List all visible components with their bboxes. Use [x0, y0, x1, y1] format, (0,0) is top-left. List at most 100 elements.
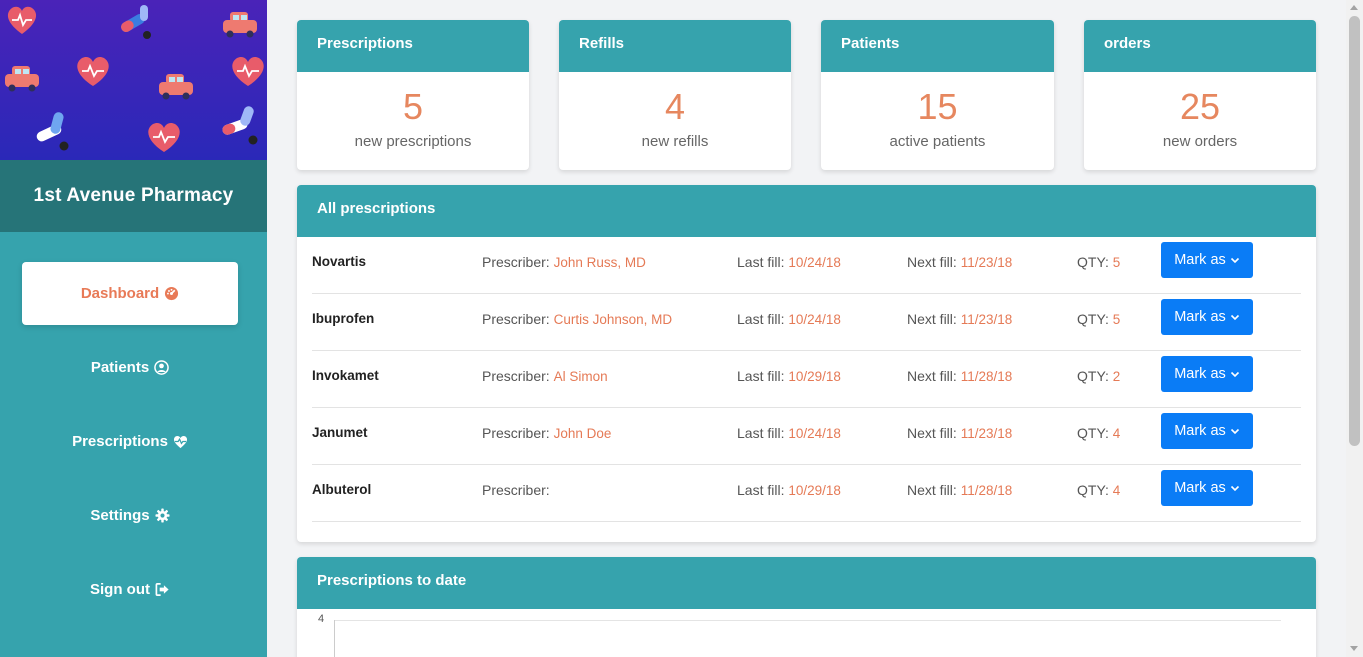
stat-card-title: orders: [1084, 20, 1316, 72]
stat-card-prescriptions: Prescriptions 5 new prescriptions: [297, 20, 529, 170]
last-fill-cell: Last fill: 10/24/18: [737, 311, 841, 327]
stat-card-orders: orders 25 new orders: [1084, 20, 1316, 170]
nav-prescriptions-label: Prescriptions: [72, 433, 168, 450]
mark-as-dropdown-button[interactable]: Mark as: [1161, 413, 1253, 449]
last-fill-value: 10/29/18: [788, 483, 841, 498]
stat-card-patients: Patients 15 active patients: [821, 20, 1054, 170]
table-row: Albuterol Prescriber: Last fill: 10/29/1…: [312, 465, 1301, 522]
prescriber-value: Al Simon: [553, 369, 608, 384]
last-fill-label: Last fill:: [737, 425, 785, 441]
chart-gridline: [334, 620, 1281, 621]
table-row: Novartis Prescriber: John Russ, MD Last …: [312, 237, 1301, 294]
stat-label: new orders: [1162, 133, 1238, 150]
qty-cell: QTY: 5: [1077, 311, 1120, 327]
table-row: Ibuprofen Prescriber: Curtis Johnson, MD…: [312, 294, 1301, 351]
sign-out-icon: [155, 583, 169, 596]
next-fill-label: Next fill:: [907, 482, 957, 498]
chart-y-tick: 4: [318, 613, 325, 625]
drug-name: Invokamet: [312, 368, 379, 383]
stat-card-title: Patients: [821, 20, 1054, 72]
next-fill-label: Next fill:: [907, 368, 957, 384]
prescriber-label: Prescriber:: [482, 425, 550, 441]
prescriber-cell: Prescriber: John Russ, MD: [482, 254, 646, 270]
last-fill-label: Last fill:: [737, 254, 785, 270]
last-fill-value: 10/29/18: [788, 369, 841, 384]
chevron-down-icon: [1230, 314, 1239, 321]
nav-patients-label: Patients: [90, 359, 150, 376]
mark-as-dropdown-button[interactable]: Mark as: [1161, 242, 1253, 278]
chart-y-axis: [334, 620, 335, 657]
table-row: Janumet Prescriber: John Doe Last fill: …: [312, 408, 1301, 465]
last-fill-label: Last fill:: [737, 482, 785, 498]
next-fill-value: 11/28/18: [960, 483, 1013, 498]
last-fill-value: 10/24/18: [788, 312, 841, 327]
next-fill-label: Next fill:: [907, 254, 957, 270]
next-fill-value: 11/23/18: [960, 312, 1013, 327]
last-fill-cell: Last fill: 10/29/18: [737, 368, 841, 384]
next-fill-value: 11/23/18: [960, 426, 1013, 441]
stat-value: 5: [402, 86, 424, 127]
qty-label: QTY:: [1077, 254, 1109, 270]
page-scrollbar[interactable]: [1346, 0, 1363, 657]
qty-value: 4: [1112, 426, 1121, 441]
last-fill-cell: Last fill: 10/29/18: [737, 482, 841, 498]
qty-cell: QTY: 2: [1077, 368, 1120, 384]
qty-value: 5: [1112, 255, 1121, 270]
prescriptions-to-date-panel: Prescriptions to date 4: [297, 557, 1316, 657]
chevron-down-icon: [1230, 428, 1239, 435]
nav-dashboard-label: Dashboard: [80, 285, 160, 302]
nav-sign-out[interactable]: Sign out: [22, 558, 238, 621]
qty-label: QTY:: [1077, 482, 1109, 498]
nav-dashboard[interactable]: Dashboard: [22, 262, 238, 325]
stat-label: active patients: [889, 133, 986, 150]
last-fill-value: 10/24/18: [788, 255, 841, 270]
next-fill-cell: Next fill: 11/23/18: [907, 425, 1012, 441]
drug-name: Novartis: [312, 254, 367, 269]
last-fill-cell: Last fill: 10/24/18: [737, 254, 841, 270]
last-fill-cell: Last fill: 10/24/18: [737, 425, 841, 441]
prescriber-cell: Prescriber: John Doe: [482, 425, 611, 441]
prescriptions-to-date-title: Prescriptions to date: [297, 557, 1316, 609]
next-fill-cell: Next fill: 11/23/18: [907, 254, 1012, 270]
next-fill-cell: Next fill: 11/28/18: [907, 368, 1012, 384]
stat-label: new refills: [641, 133, 709, 150]
prescriber-cell: Prescriber:: [482, 482, 550, 498]
qty-value: 4: [1112, 483, 1121, 498]
stat-card-title: Refills: [559, 20, 791, 72]
nav-prescriptions[interactable]: Prescriptions: [22, 410, 238, 473]
user-circle-icon: [154, 360, 169, 375]
next-fill-cell: Next fill: 11/23/18: [907, 311, 1012, 327]
qty-label: QTY:: [1077, 425, 1109, 441]
last-fill-label: Last fill:: [737, 311, 785, 327]
scroll-up-icon[interactable]: [1350, 5, 1358, 10]
prescriber-label: Prescriber:: [482, 482, 550, 498]
prescriber-label: Prescriber:: [482, 311, 550, 327]
nav-patients[interactable]: Patients: [22, 336, 238, 399]
app-brand: 1st Avenue Pharmacy: [0, 160, 267, 232]
table-row: Invokamet Prescriber: Al Simon Last fill…: [312, 351, 1301, 408]
qty-label: QTY:: [1077, 368, 1109, 384]
heartbeat-icon: [173, 436, 187, 449]
chevron-down-icon: [1230, 371, 1239, 378]
all-prescriptions-title: All prescriptions: [297, 185, 1316, 237]
prescriber-value: John Doe: [553, 426, 612, 441]
scrollbar-thumb[interactable]: [1349, 16, 1360, 446]
app-name: 1st Avenue Pharmacy: [33, 185, 234, 206]
all-prescriptions-panel: All prescriptions Novartis Prescriber: J…: [297, 185, 1316, 542]
sidebar: 1st Avenue Pharmacy Dashboard Patients P…: [0, 0, 267, 657]
mark-as-dropdown-button[interactable]: Mark as: [1161, 299, 1253, 335]
mark-as-dropdown-button[interactable]: Mark as: [1161, 356, 1253, 392]
scroll-down-icon[interactable]: [1350, 646, 1358, 651]
prescriber-label: Prescriber:: [482, 368, 550, 384]
nav-settings[interactable]: Settings: [22, 484, 238, 547]
stat-card-refills: Refills 4 new refills: [559, 20, 791, 170]
prescriber-label: Prescriber:: [482, 254, 550, 270]
drug-name: Janumet: [312, 425, 368, 440]
mark-as-dropdown-button[interactable]: Mark as: [1161, 470, 1253, 506]
nav-settings-label: Settings: [90, 507, 150, 524]
qty-value: 2: [1112, 369, 1121, 384]
chevron-down-icon: [1230, 485, 1239, 492]
qty-cell: QTY: 5: [1077, 254, 1120, 270]
next-fill-label: Next fill:: [907, 311, 957, 327]
prescriber-cell: Prescriber: Al Simon: [482, 368, 608, 384]
